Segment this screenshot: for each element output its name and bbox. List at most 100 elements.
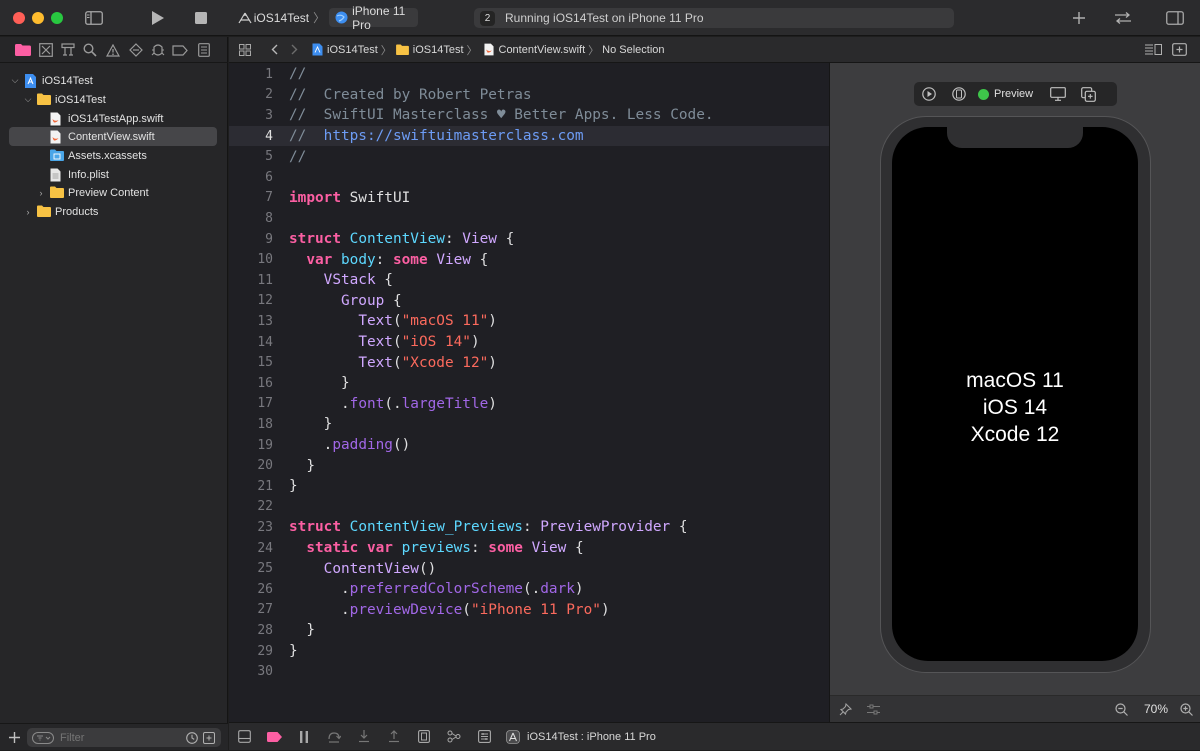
code-line[interactable]: 12 Group {: [229, 291, 829, 312]
add-file-icon[interactable]: [6, 729, 22, 745]
editor-options-icon[interactable]: [1142, 44, 1164, 55]
code-line[interactable]: 16 }: [229, 373, 829, 394]
tree-item-assets[interactable]: Assets.xcassets: [0, 146, 228, 165]
stop-icon[interactable]: [191, 9, 211, 27]
code-line[interactable]: 10 var body: some View {: [229, 249, 829, 270]
filter-input[interactable]: [58, 730, 176, 745]
issue-navigator-icon[interactable]: [103, 41, 123, 59]
disclosure-collapsed-icon[interactable]: ›: [23, 207, 33, 217]
preview-status[interactable]: Preview: [978, 88, 1033, 100]
code-line[interactable]: 11 VStack {: [229, 270, 829, 291]
sidebar-toggle-icon[interactable]: [84, 9, 104, 27]
zoom-out-icon[interactable]: [1109, 702, 1133, 716]
code-line[interactable]: 17 .font(.largeTitle): [229, 394, 829, 415]
code-line[interactable]: 6: [229, 167, 829, 188]
breakpoints-toggle-icon[interactable]: [259, 723, 289, 751]
source-control-filter-icon[interactable]: [200, 731, 218, 744]
tree-item-project[interactable]: ⌵ iOS14Test: [0, 71, 228, 90]
jumpbar-selection[interactable]: No Selection: [602, 44, 664, 56]
disclosure-expanded-icon[interactable]: ⌵: [23, 94, 33, 105]
tree-item-contentview-swift[interactable]: ContentView.swift: [0, 127, 228, 146]
code-review-icon[interactable]: [1112, 9, 1134, 27]
step-over-icon[interactable]: [319, 723, 349, 751]
inspector-toggle-icon[interactable]: [1164, 9, 1186, 27]
navigator-filter-field[interactable]: [27, 728, 221, 747]
debug-memory-graph-icon[interactable]: [439, 723, 469, 751]
code-line[interactable]: 19 .padding(): [229, 435, 829, 456]
jumpbar-file[interactable]: ContentView.swift: [499, 44, 586, 56]
disclosure-expanded-icon[interactable]: ⌵: [10, 75, 20, 86]
code-line[interactable]: 8: [229, 208, 829, 229]
zoom-window-button[interactable]: [51, 12, 63, 24]
code-line[interactable]: 3 // SwiftUI Masterclass ♥ Better Apps. L…: [229, 105, 829, 126]
step-out-icon[interactable]: [379, 723, 409, 751]
report-navigator-icon[interactable]: [194, 41, 214, 59]
tree-item-preview-content[interactable]: › Preview Content: [0, 183, 228, 202]
code-line[interactable]: 24 static var previews: some View {: [229, 538, 829, 559]
code-line[interactable]: 7 import SwiftUI: [229, 188, 829, 209]
preview-canvas[interactable]: Preview macOS 11 iOS 14 Xcode 12 70%: [829, 63, 1200, 722]
tree-item-products[interactable]: › Products: [0, 202, 228, 221]
step-into-icon[interactable]: [349, 723, 379, 751]
code-line[interactable]: 22: [229, 497, 829, 518]
code-line[interactable]: 27 .previewDevice("iPhone 11 Pro"): [229, 600, 829, 621]
preview-on-device-icon[interactable]: [944, 87, 974, 101]
add-editor-icon[interactable]: [1164, 43, 1194, 56]
device-screen[interactable]: macOS 11 iOS 14 Xcode 12: [892, 127, 1138, 661]
minimize-window-button[interactable]: [32, 12, 44, 24]
inspect-preview-icon[interactable]: [1043, 87, 1073, 101]
code-line[interactable]: 21}: [229, 476, 829, 497]
back-chevron-icon[interactable]: [263, 44, 285, 55]
debug-view-hierarchy-icon[interactable]: [409, 723, 439, 751]
activity-viewer[interactable]: 2 Running iOS14Test on iPhone 11 Pro: [474, 8, 954, 28]
zoom-level[interactable]: 70%: [1141, 702, 1171, 716]
source-control-navigator-icon[interactable]: [36, 41, 56, 59]
live-preview-icon[interactable]: [914, 87, 944, 101]
code-line[interactable]: 25 ContentView(): [229, 558, 829, 579]
duplicate-preview-icon[interactable]: [1073, 86, 1103, 102]
hide-debug-area-icon[interactable]: [229, 723, 259, 751]
code-line[interactable]: 4 // https://swiftuimasterclass.com: [229, 126, 829, 147]
recent-files-icon[interactable]: [184, 731, 200, 744]
breakpoint-navigator-icon[interactable]: [170, 41, 190, 59]
jumpbar-group[interactable]: iOS14Test: [413, 44, 464, 56]
symbol-navigator-icon[interactable]: [58, 41, 78, 59]
zoom-in-icon[interactable]: [1171, 702, 1200, 716]
scheme-selector[interactable]: iOS14Test 〉 iPhone 11 Pro: [236, 4, 418, 32]
run-icon[interactable]: [148, 8, 168, 28]
code-line[interactable]: 5 //: [229, 146, 829, 167]
code-line[interactable]: 18 }: [229, 414, 829, 435]
add-library-icon[interactable]: [1070, 9, 1088, 27]
pause-icon[interactable]: [289, 723, 319, 751]
code-line[interactable]: 26 .preferredColorScheme(.dark): [229, 579, 829, 600]
tree-item-info-plist[interactable]: Info.plist: [0, 165, 228, 184]
find-navigator-icon[interactable]: [80, 41, 100, 59]
device-selector[interactable]: iPhone 11 Pro: [329, 4, 418, 32]
related-items-grid-icon[interactable]: [233, 43, 257, 56]
code-line[interactable]: 23 struct ContentView_Previews: PreviewPr…: [229, 517, 829, 538]
debug-target-label[interactable]: iOS14Test : iPhone 11 Pro: [527, 731, 656, 743]
code-line[interactable]: 29}: [229, 641, 829, 662]
source-editor[interactable]: 1 // 2 // Created by Robert Petras 3 // Swift…: [229, 63, 829, 722]
forward-chevron-icon[interactable]: [285, 44, 303, 55]
close-window-button[interactable]: [13, 12, 25, 24]
debug-navigator-icon[interactable]: [148, 41, 168, 59]
disclosure-collapsed-icon[interactable]: ›: [36, 188, 46, 198]
code-line[interactable]: 1 //: [229, 64, 829, 85]
tree-item-group-ios14test[interactable]: ⌵ iOS14Test: [0, 90, 228, 109]
tree-item-app-swift[interactable]: iOS14TestApp.swift: [0, 109, 228, 128]
jumpbar-project[interactable]: iOS14Test: [327, 44, 378, 56]
code-line[interactable]: 14 Text("iOS 14"): [229, 332, 829, 353]
test-navigator-icon[interactable]: [126, 41, 146, 59]
environment-overrides-icon[interactable]: [469, 723, 499, 751]
adjust-icon[interactable]: [860, 704, 886, 715]
code-line[interactable]: 15 Text("Xcode 12"): [229, 352, 829, 373]
filter-options-icon[interactable]: [30, 731, 56, 744]
project-navigator-folder-icon[interactable]: [13, 41, 33, 59]
code-line[interactable]: 9 struct ContentView: View {: [229, 229, 829, 250]
code-line[interactable]: 28 }: [229, 620, 829, 641]
code-line[interactable]: 13 Text("macOS 11"): [229, 311, 829, 332]
code-line[interactable]: 30: [229, 661, 829, 682]
pin-icon[interactable]: [830, 702, 860, 716]
code-line[interactable]: 2 // Created by Robert Petras: [229, 85, 829, 106]
